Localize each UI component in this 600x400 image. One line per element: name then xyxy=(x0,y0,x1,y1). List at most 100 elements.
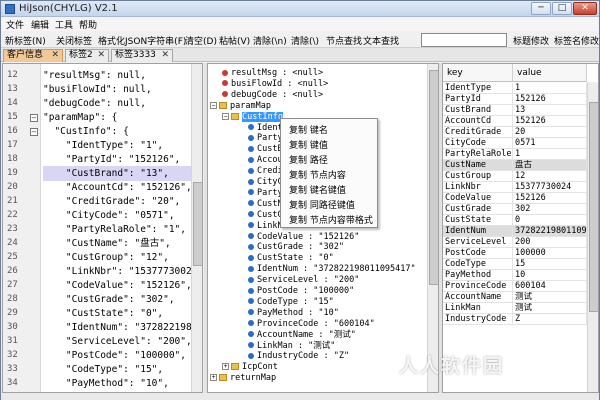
expand-toggle-icon[interactable]: + xyxy=(222,363,229,371)
node-find-button[interactable]: 节点查找 xyxy=(326,34,362,47)
edit-title-button[interactable]: 标题修改 xyxy=(513,34,549,47)
tab-customer-info[interactable]: 客户信息 ✕ xyxy=(3,49,63,62)
maximize-button[interactable]: □ xyxy=(552,2,572,15)
table-cell-value: 15 xyxy=(513,259,587,270)
column-header-key[interactable]: key xyxy=(443,64,513,82)
tab-2[interactable]: 标签2 ✕ xyxy=(65,49,109,62)
tree-node-label: CustInfo xyxy=(242,111,283,122)
table-scrollbar[interactable] xyxy=(587,82,598,392)
json-editor[interactable]: 12 13 14 15 − 16 − 17 18 19 20 21 22 23 24 25 26 27 28 29 30… xyxy=(2,63,203,393)
fold-toggle-icon[interactable]: − xyxy=(30,128,38,136)
leaf-node-icon xyxy=(248,254,254,261)
tree-node[interactable]: resultMsg : <null> xyxy=(222,68,323,79)
tree-node[interactable]: CodeValue : "152126" xyxy=(248,232,359,243)
leaf-node-icon xyxy=(248,352,254,359)
menu-help[interactable]: 帮助 xyxy=(79,18,97,31)
code-line: "CustName": "盘古", xyxy=(43,238,171,249)
column-header-value[interactable]: value xyxy=(513,64,587,82)
minimize-button[interactable]: ─ xyxy=(531,2,551,15)
clear-backslash-button[interactable]: 清除(\) xyxy=(291,34,319,47)
clear-button[interactable]: 清空(D) xyxy=(185,34,217,47)
table-cell-value: 152126 xyxy=(513,116,587,127)
code-line: "CustState": "0", xyxy=(43,308,164,319)
menu-edit[interactable]: 编辑 xyxy=(31,18,49,31)
tree-node[interactable]: busiFlowId : <null> xyxy=(222,79,328,90)
tab-label: 标签2 xyxy=(69,50,93,60)
table-scroll-thumb[interactable] xyxy=(589,102,598,312)
format-json-button[interactable]: 格式化JSON字符串(F) xyxy=(98,34,186,47)
tab-close-icon[interactable]: ✕ xyxy=(97,50,105,61)
line-number: 12 xyxy=(7,70,18,80)
tab-label: 客户信息 xyxy=(7,50,44,60)
clear-newline-button[interactable]: 清除(\n) xyxy=(253,34,287,47)
tree-node[interactable]: debugCode : <null> xyxy=(222,90,323,101)
tab-label: 标签3333 xyxy=(115,50,156,60)
tree-node-label: paramMap xyxy=(230,100,271,111)
tree-node-label: resultMsg : <null> xyxy=(231,68,324,78)
search-input[interactable] xyxy=(421,33,507,47)
leaf-node-icon xyxy=(248,222,254,229)
tree-node[interactable]: ServiceLevel : "200" xyxy=(248,275,359,286)
app-window: HiJson(CHYLG) V2.1 ─ □ ✕ 文件 编辑 工具 帮助 新标签… xyxy=(0,0,600,400)
ctx-copy-key-value[interactable]: 复制 键名键值 xyxy=(289,183,346,196)
fold-toggle-icon[interactable]: − xyxy=(30,114,38,122)
table-cell-key: PostCode xyxy=(443,248,513,259)
ctx-copy-value[interactable]: 复制 键值 xyxy=(289,138,328,151)
tree-node[interactable]: IdentNum : "372822198011095417" xyxy=(248,264,416,275)
close-button[interactable]: ✕ xyxy=(573,2,597,15)
table-cell-key: CustBrand xyxy=(443,105,513,116)
rename-tab-button[interactable]: 标签名修改 xyxy=(554,34,599,47)
tab-close-icon[interactable]: ✕ xyxy=(161,50,169,61)
line-number: 33 xyxy=(7,364,18,374)
line-number: 19 xyxy=(7,168,18,178)
title-bar[interactable]: HiJson(CHYLG) V2.1 ─ □ ✕ xyxy=(1,1,599,17)
text-find-button[interactable]: 文本查找 xyxy=(363,34,399,47)
line-number: 20 xyxy=(7,182,18,192)
ctx-copy-same-path-values[interactable]: 复制 同路径键值 xyxy=(289,198,355,211)
tree-node-selected[interactable]: − CustInfo xyxy=(222,111,283,123)
ctx-copy-key[interactable]: 复制 键名 xyxy=(289,123,328,136)
tree-scrollbar[interactable] xyxy=(427,64,438,392)
ctx-copy-formatted-content[interactable]: 复制 节点内容带格式 xyxy=(289,213,373,226)
new-tab-button[interactable]: 新标签(N) xyxy=(5,34,46,47)
tree-node[interactable]: CodeType : "15" xyxy=(248,297,334,308)
paste-button[interactable]: 粘帖(V) xyxy=(219,34,250,47)
leaf-node-icon xyxy=(222,69,228,76)
code-line: "CodeValue": "152126", xyxy=(43,280,192,291)
expand-toggle-icon[interactable]: − xyxy=(210,101,217,109)
menu-file[interactable]: 文件 xyxy=(6,18,24,31)
tree-node-label: busiFlowId : <null> xyxy=(231,78,329,89)
code-line: "PartyRelaRole": "1", xyxy=(43,224,186,235)
line-number: 23 xyxy=(7,224,18,234)
tree-node[interactable]: IndustryCode : "Z" xyxy=(248,351,349,362)
ctx-copy-path[interactable]: 复制 路径 xyxy=(289,153,328,166)
ctx-copy-node-content[interactable]: 复制 节点内容 xyxy=(289,168,346,181)
table-cell-value: 测试 xyxy=(513,292,587,303)
menu-tools[interactable]: 工具 xyxy=(55,18,73,31)
tree-scroll-thumb[interactable] xyxy=(429,70,438,285)
editor-scrollbar[interactable] xyxy=(191,64,202,392)
tab-close-icon[interactable]: ✕ xyxy=(51,50,59,61)
tree-node[interactable]: + IcpCont xyxy=(222,362,278,373)
tree-node-label: PostCode : "100000" xyxy=(257,286,355,296)
json-tree[interactable]: resultMsg : <null> busiFlowId : <null> deb… xyxy=(207,63,439,393)
close-tab-button[interactable]: 关闭标签 xyxy=(56,34,92,47)
tree-node[interactable]: LinkMan : "测试" xyxy=(248,341,335,352)
tree-node[interactable]: PostCode : "100000" xyxy=(248,286,354,297)
editor-scroll-thumb[interactable] xyxy=(193,182,202,266)
tree-node-label: debugCode : <null> xyxy=(231,89,324,100)
expand-toggle-icon[interactable]: − xyxy=(222,112,229,120)
tree-node[interactable]: PayMethod : "10" xyxy=(248,308,339,319)
tree-node[interactable]: − paramMap xyxy=(210,101,271,112)
tree-node[interactable]: ProvinceCode : "600104" xyxy=(248,319,375,330)
tree-node[interactable]: AccountName : "测试" xyxy=(248,330,356,341)
tree-node[interactable]: CustState : "0" xyxy=(248,253,334,264)
leaf-node-icon xyxy=(248,276,254,283)
tree-node[interactable]: + returnMap xyxy=(210,373,276,384)
line-number: 14 xyxy=(7,98,18,108)
table-cell-key: LinkNbr xyxy=(443,182,513,193)
tree-node[interactable]: CustGrade : "302" xyxy=(248,242,344,253)
leaf-node-icon xyxy=(248,167,254,174)
tab-3[interactable]: 标签3333 ✕ xyxy=(111,49,173,62)
expand-toggle-icon[interactable]: + xyxy=(210,374,217,382)
